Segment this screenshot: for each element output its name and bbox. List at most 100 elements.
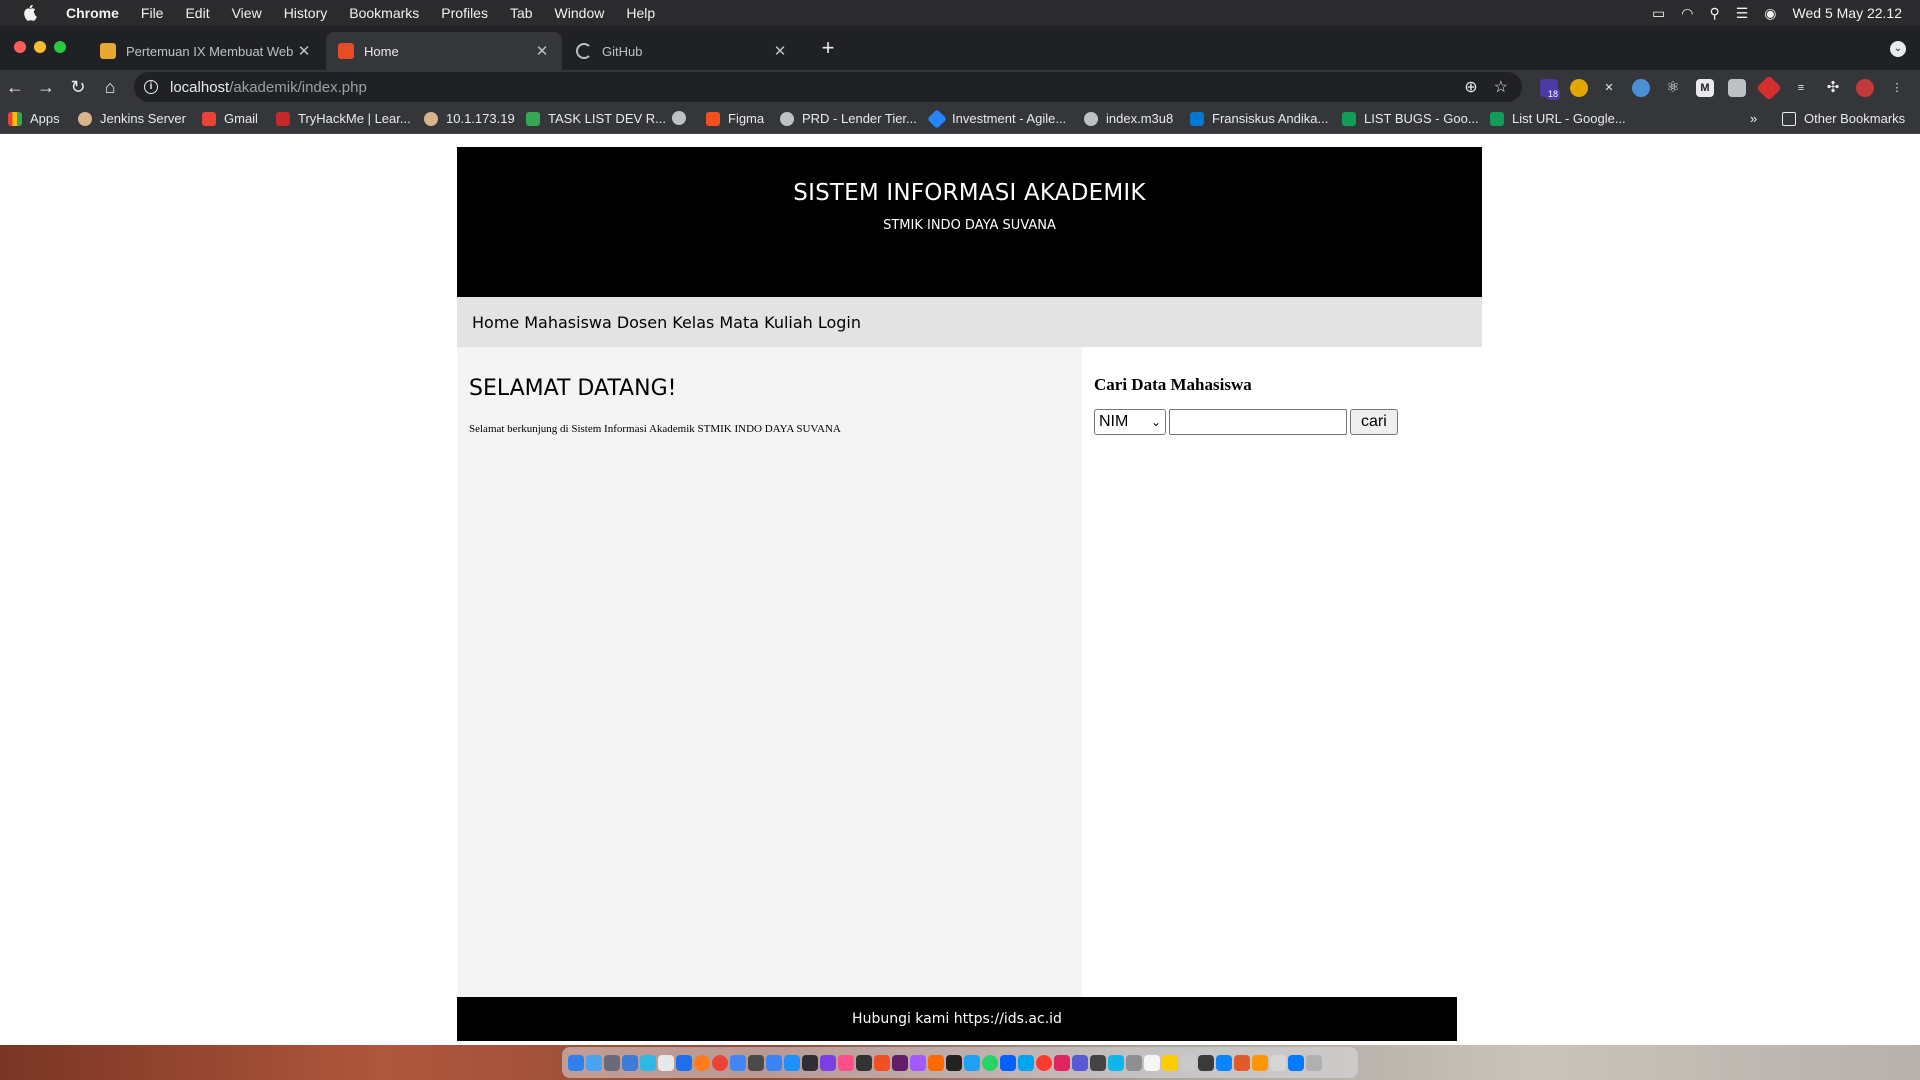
bookmark-jenkins[interactable]: Jenkins Server (78, 111, 186, 126)
window-zoom-button[interactable] (54, 41, 66, 53)
bookmark-figma[interactable]: Figma (706, 111, 764, 126)
nav-link-kelas[interactable]: Kelas (672, 313, 714, 332)
home-button[interactable]: ⌂ (98, 75, 122, 99)
documents-folder-icon[interactable] (1270, 1054, 1286, 1071)
reload-button[interactable]: ↻ (66, 75, 90, 99)
extension-list-icon[interactable]: ≡ (1792, 79, 1810, 97)
tab-close-icon[interactable]: ✕ (772, 42, 788, 60)
new-tab-button[interactable]: + (816, 36, 840, 60)
search-input[interactable] (1169, 409, 1347, 435)
music-icon[interactable] (838, 1054, 854, 1071)
extension-x-icon[interactable]: ✕ (1600, 79, 1618, 97)
xcode-icon[interactable] (1216, 1054, 1232, 1071)
vscode-icon[interactable] (766, 1054, 782, 1071)
back-button[interactable]: ← (3, 75, 27, 99)
vlc-icon[interactable] (1252, 1054, 1268, 1071)
extension-ring-icon[interactable] (1570, 79, 1588, 97)
downloads-folder-icon[interactable] (1288, 1054, 1304, 1071)
calendar-icon[interactable] (676, 1054, 692, 1071)
extensions-puzzle-icon[interactable]: ✣ (1824, 79, 1842, 97)
siri-icon[interactable]: ◉ (1764, 5, 1776, 22)
wifi-icon[interactable]: ◠ (1681, 5, 1693, 22)
preview-icon[interactable] (1144, 1054, 1160, 1071)
extension-circle-icon[interactable] (1632, 79, 1650, 97)
forward-button[interactable]: → (34, 75, 58, 99)
extension-doc-icon[interactable] (1728, 79, 1746, 97)
teams-icon[interactable] (802, 1054, 818, 1071)
menu-view[interactable]: View (232, 5, 262, 21)
tab-close-icon[interactable]: ✕ (296, 42, 312, 60)
bookmark-other[interactable]: Other Bookmarks (1782, 111, 1905, 126)
discord-icon[interactable] (1072, 1054, 1088, 1071)
messages-icon[interactable] (640, 1054, 656, 1071)
spotify-icon[interactable] (856, 1054, 872, 1071)
bookmark-task-list[interactable]: TASK LIST DEV R... (526, 111, 666, 126)
bookmark-investment[interactable]: Investment - Agile... (927, 108, 1066, 129)
menu-file[interactable]: File (141, 5, 164, 21)
stickies-icon[interactable] (1162, 1054, 1178, 1071)
docker-icon[interactable] (1108, 1054, 1124, 1071)
menu-tab[interactable]: Tab (510, 5, 533, 21)
nav-link-dosen[interactable]: Dosen (617, 313, 667, 332)
zoom-icon[interactable]: ⊕ (1464, 77, 1477, 97)
tab-home[interactable]: Home ✕ (326, 32, 562, 70)
bookmark-prd[interactable]: PRD - Lender Tier... (780, 111, 917, 126)
figma-app-icon[interactable] (910, 1054, 926, 1071)
extension-medium-icon[interactable]: M (1696, 79, 1714, 97)
spotlight-search-icon[interactable]: ⚲ (1709, 5, 1719, 22)
system-preferences-icon[interactable] (1126, 1054, 1142, 1071)
window-close-button[interactable] (14, 41, 26, 53)
menu-history[interactable]: History (284, 5, 328, 21)
bookmark-star-icon[interactable]: ☆ (1494, 77, 1508, 97)
screenshot-icon[interactable] (1198, 1054, 1214, 1071)
chrome-icon[interactable] (712, 1054, 728, 1071)
bookmark-ip[interactable]: 10.1.173.19 (424, 111, 515, 126)
battery-icon[interactable]: ▭ (1652, 5, 1665, 22)
menu-edit[interactable]: Edit (185, 5, 209, 21)
bookmark-tryhackme[interactable]: TryHackMe | Lear... (276, 111, 411, 126)
tab-search-icon[interactable]: ⌄ (1890, 41, 1906, 57)
profile-avatar[interactable] (1856, 79, 1874, 97)
notes-icon[interactable] (658, 1054, 674, 1071)
address-bar[interactable]: i localhost /akademik/index.php ⊕ ☆ (134, 72, 1522, 102)
tab-close-icon[interactable]: ✕ (534, 42, 550, 60)
whatsapp-icon[interactable] (982, 1054, 998, 1071)
tab-github[interactable]: GitHub ✕ (564, 32, 800, 70)
safari-icon[interactable] (730, 1054, 746, 1071)
activity-monitor-icon[interactable] (1090, 1054, 1106, 1071)
mail-icon[interactable] (622, 1054, 638, 1071)
finder-icon[interactable] (568, 1054, 584, 1071)
window-minimize-button[interactable] (34, 41, 46, 53)
nav-link-home[interactable]: Home (472, 313, 519, 332)
telegram-icon[interactable] (964, 1054, 980, 1071)
bookmarks-overflow-icon[interactable]: » (1750, 111, 1757, 126)
menu-bookmarks[interactable]: Bookmarks (349, 5, 419, 21)
terminal-icon[interactable] (748, 1054, 764, 1071)
launchpad-icon[interactable] (604, 1054, 620, 1071)
nav-link-mata-kuliah[interactable]: Mata Kuliah (719, 313, 812, 332)
opera-icon[interactable] (1036, 1054, 1052, 1071)
menu-clock[interactable]: Wed 5 May 22.12 (1793, 5, 1902, 21)
app-pink-icon[interactable] (1054, 1054, 1070, 1071)
apple-menu-icon[interactable] (20, 0, 42, 26)
trash-icon[interactable] (1306, 1054, 1322, 1071)
menu-window[interactable]: Window (555, 5, 605, 21)
browser-menu-icon[interactable]: ⋮ (1888, 79, 1906, 97)
extension-react-icon[interactable]: ⚛ (1664, 79, 1682, 97)
skype-icon[interactable] (1018, 1054, 1034, 1071)
bookmark-list-url[interactable]: List URL - Google... (1490, 111, 1626, 126)
bookmark-fransiskus[interactable]: Fransiskus Andika... (1190, 111, 1328, 126)
app-store-icon[interactable] (586, 1054, 602, 1071)
menu-app-name[interactable]: Chrome (66, 5, 119, 21)
site-info-icon[interactable]: i (144, 80, 158, 94)
github-desktop-icon[interactable] (946, 1054, 962, 1071)
firefox-icon[interactable] (694, 1054, 710, 1071)
tab-pertemuan[interactable]: Pertemuan IX Membuat Web D ✕ (88, 32, 324, 70)
bookmark-m3u8[interactable]: index.m3u8 (1084, 111, 1173, 126)
postman-icon[interactable] (928, 1054, 944, 1071)
podcasts-icon[interactable] (820, 1054, 836, 1071)
menu-help[interactable]: Help (626, 5, 655, 21)
nav-link-mahasiswa[interactable]: Mahasiswa (524, 313, 612, 332)
search-field-select[interactable]: NIM ⌄ (1094, 409, 1166, 435)
dropbox-icon[interactable] (1000, 1054, 1016, 1071)
